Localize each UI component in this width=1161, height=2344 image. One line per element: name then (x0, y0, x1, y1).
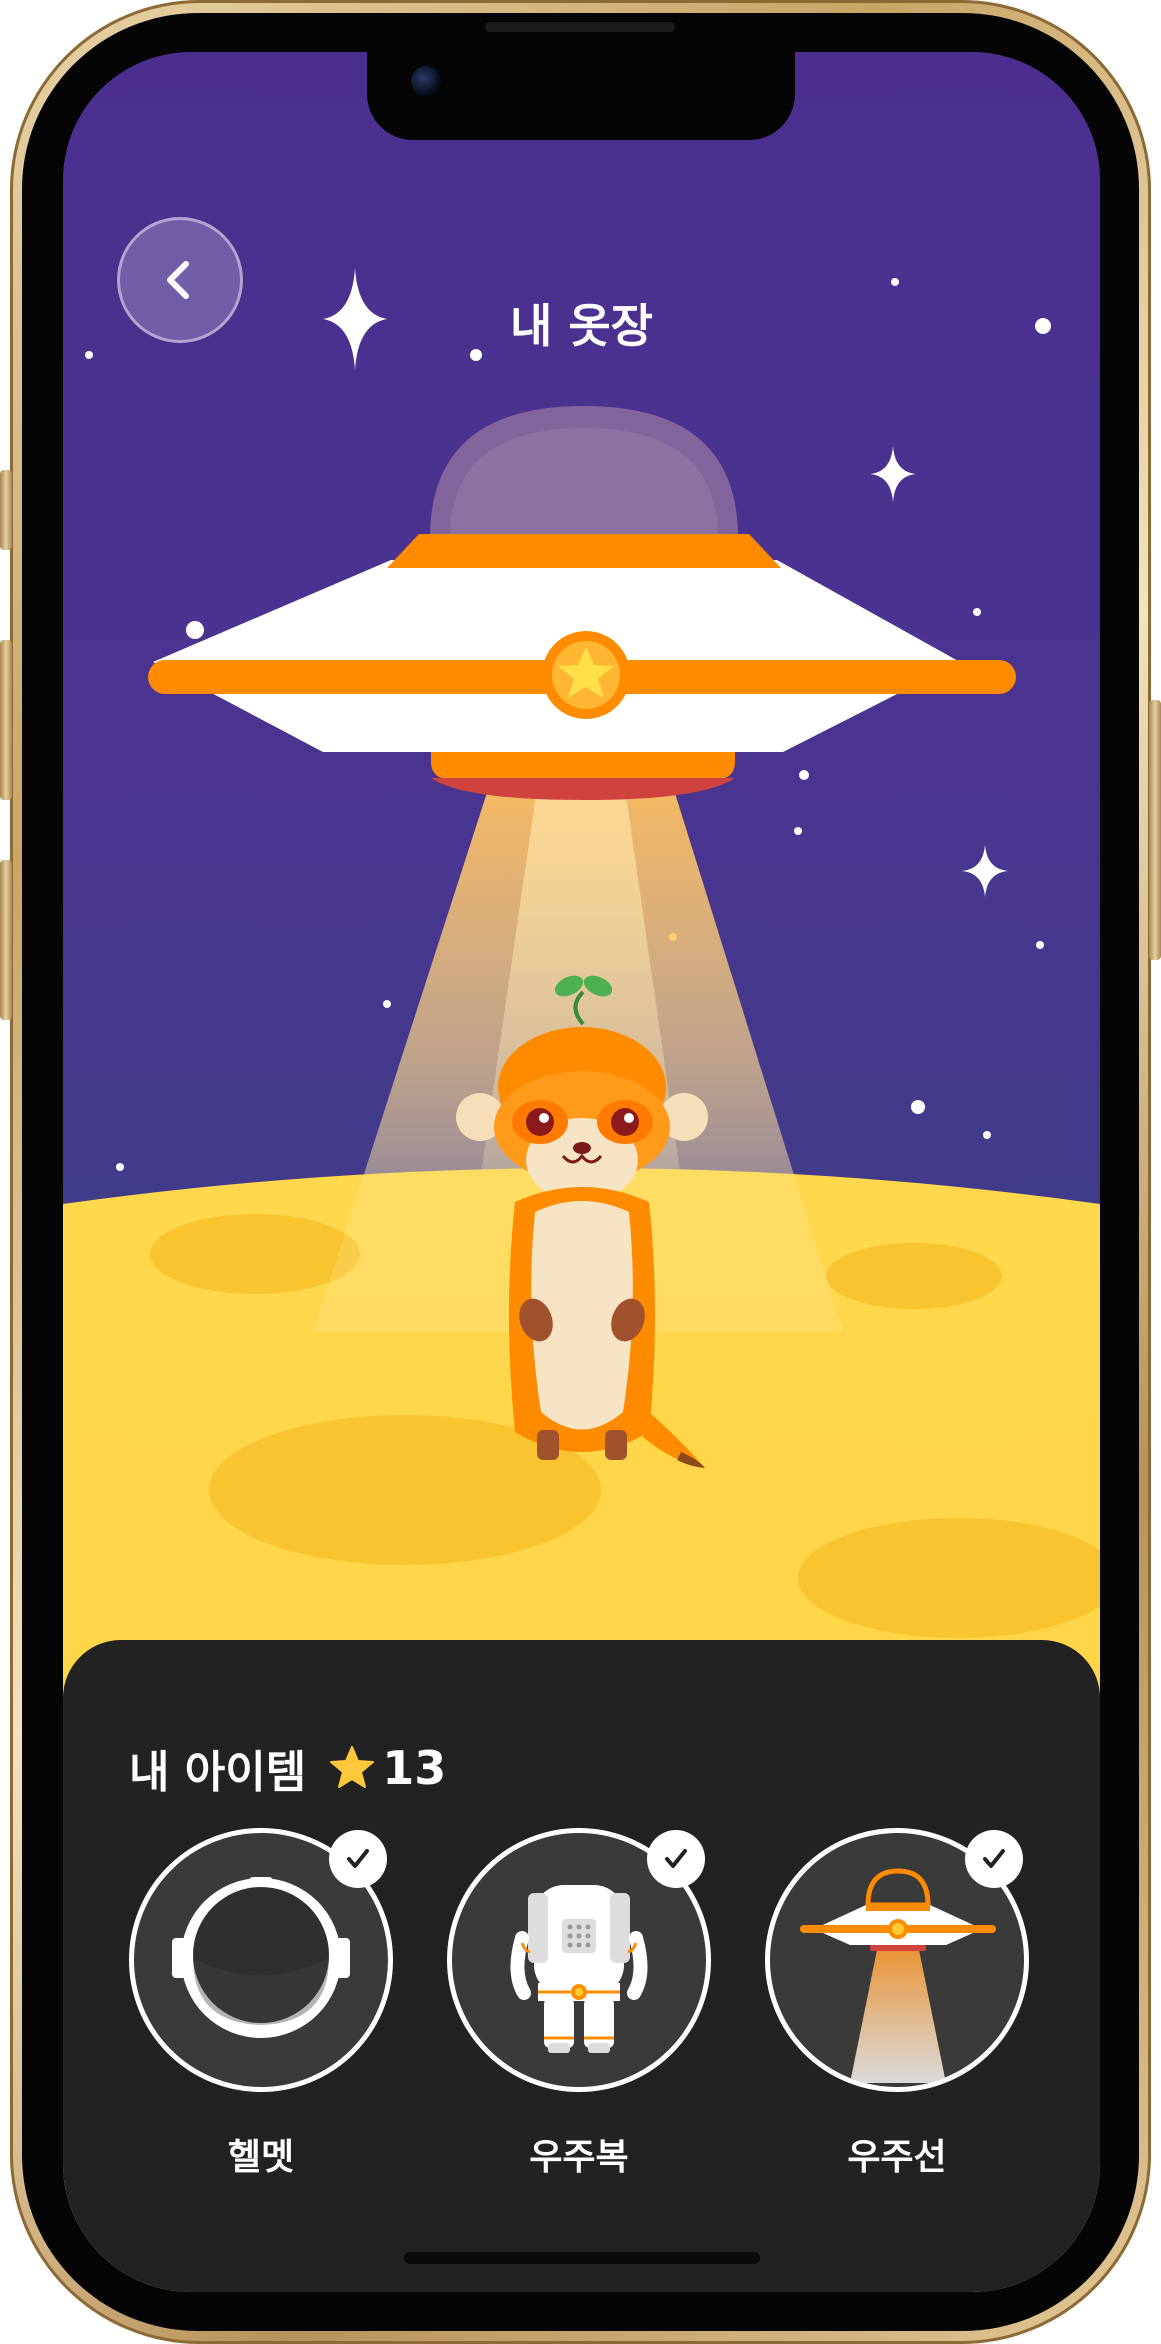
ufo-illustration (148, 406, 1016, 800)
star-icon (330, 1746, 375, 1788)
checkmark-icon (329, 1830, 387, 1888)
star-count: 13 (382, 1741, 447, 1795)
action-button (0, 470, 12, 550)
items-panel: 내 아이템 13 헬멧 우주복 우주선 (63, 1640, 1100, 2292)
checkmark-icon (647, 1830, 705, 1888)
item-label: 헬멧 (227, 2137, 295, 2178)
checkmark-icon (965, 1830, 1023, 1888)
item-helmet[interactable]: 헬멧 (129, 1828, 393, 2178)
items-panel-title: 내 아이템 (129, 1747, 307, 1798)
item-spaceship[interactable]: 우주선 (765, 1828, 1029, 2178)
item-list: 헬멧 우주복 우주선 (129, 1828, 1039, 2178)
item-spacesuit[interactable]: 우주복 (447, 1828, 711, 2178)
power-button (1149, 700, 1161, 960)
app-screen: 내 옷장 내 아이템 13 헬멧 우주복 우주선 (63, 52, 1100, 2292)
device-mockup: 내 옷장 내 아이템 13 헬멧 우주복 우주선 (0, 0, 1161, 2344)
item-label: 우주복 (529, 2137, 629, 2178)
notch (367, 52, 795, 140)
volume-down-button (0, 860, 12, 1020)
item-label: 우주선 (847, 2137, 947, 2178)
page-title: 내 옷장 (510, 299, 653, 353)
camera-icon (411, 66, 441, 96)
volume-up-button (0, 640, 12, 800)
items-panel-header: 내 아이템 13 (129, 1736, 446, 1800)
home-indicator[interactable] (404, 2252, 760, 2264)
earpiece-speaker (485, 22, 675, 32)
